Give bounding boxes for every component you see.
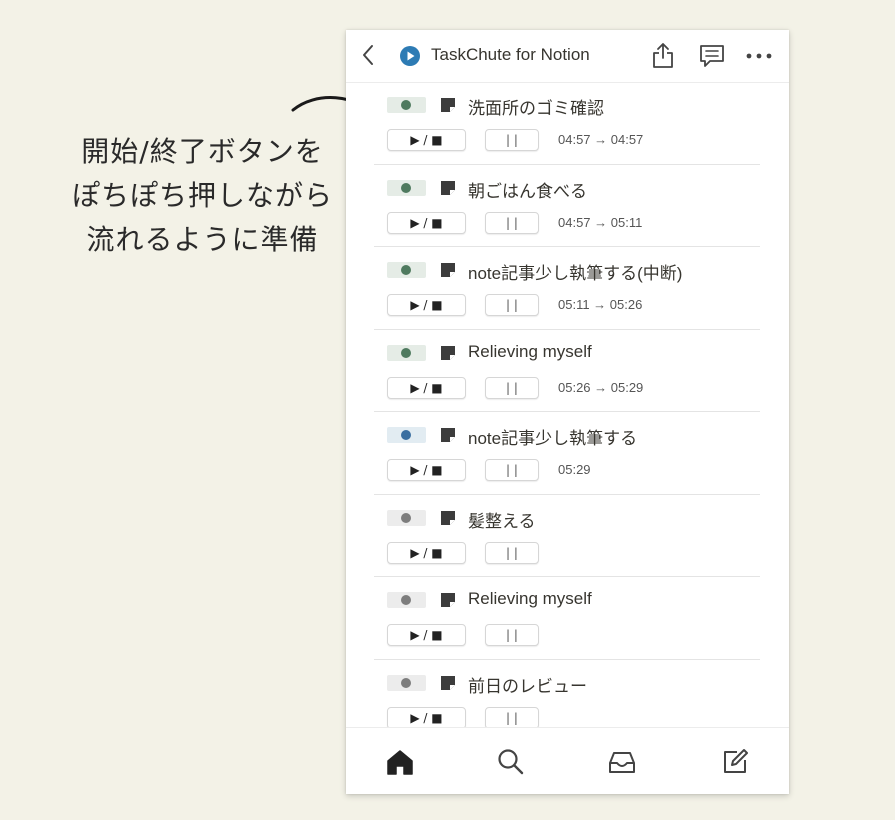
bottom-nav (346, 727, 789, 794)
page-icon (441, 98, 455, 112)
status-dot-icon (401, 512, 411, 523)
status-badge[interactable] (387, 592, 426, 608)
task-row: 前日のレビュー ▶ / ■ | | (374, 660, 760, 727)
page-icon (441, 428, 455, 442)
status-dot-icon (401, 595, 411, 605)
status-dot-icon (401, 182, 411, 193)
annotation-line-2: ぽちぽち押しながら (71, 179, 333, 212)
app-window: TaskChute for Notion 洗面所のゴミ確認 ▶ / ■ | | 04:… (346, 30, 789, 794)
pause-button[interactable]: | | (485, 459, 539, 481)
play-logo-icon (400, 46, 420, 66)
task-time-range: 04:57 → 04:57 (558, 132, 644, 147)
start-stop-button[interactable]: ▶ / ■ (387, 459, 466, 481)
status-badge[interactable] (387, 262, 426, 278)
start-stop-button[interactable]: ▶ / ■ (387, 211, 466, 234)
comment-icon[interactable] (698, 43, 726, 69)
task-title[interactable]: 髪整える (468, 507, 536, 532)
page-icon (441, 510, 455, 525)
new-page-icon[interactable] (720, 747, 750, 777)
search-icon[interactable] (496, 747, 526, 777)
status-dot-icon (401, 430, 411, 440)
status-dot-icon (401, 347, 411, 358)
back-icon[interactable] (360, 44, 376, 66)
pause-button[interactable]: | | (485, 294, 539, 316)
app-title: TaskChute for Notion (431, 45, 590, 64)
page-icon (441, 593, 455, 607)
pause-button[interactable]: | | (485, 706, 539, 727)
task-title[interactable]: 前日のレビュー (468, 672, 587, 697)
task-row: note記事少し執筆する ▶ / ■ | | 05:29 (374, 412, 760, 495)
task-title[interactable]: note記事少し執筆する(中断) (468, 259, 682, 284)
annotation-line-1: 開始/終了ボタンを (81, 135, 324, 168)
annotation-text: 開始/終了ボタンを ぽちぽち押しながら 流れるように準備 (60, 130, 345, 262)
start-stop-button[interactable]: ▶ / ■ (387, 624, 466, 646)
task-row: 洗面所のゴミ確認 ▶ / ■ | | 04:57 → 04:57 (374, 82, 760, 165)
inbox-icon[interactable] (607, 747, 637, 777)
top-bar: TaskChute for Notion (346, 30, 789, 83)
page-icon (441, 180, 455, 195)
task-time-range: 05:26 → 05:29 (558, 379, 644, 395)
task-title[interactable]: Relieving myself (468, 589, 592, 609)
task-row: Relieving myself ▶ / ■ | | 05:26 → 05:29 (374, 330, 760, 412)
pause-button[interactable]: | | (485, 211, 539, 234)
status-badge[interactable] (387, 97, 426, 113)
share-icon[interactable] (651, 41, 675, 69)
pause-button[interactable]: | | (485, 624, 539, 646)
pause-button[interactable]: | | (485, 541, 539, 564)
page-icon (441, 345, 455, 360)
status-badge[interactable] (387, 509, 426, 526)
task-row: note記事少し執筆する(中断) ▶ / ■ | | 05:11 → 05:26 (374, 247, 760, 330)
status-badge[interactable] (387, 179, 426, 196)
task-row: 朝ごはん食べる ▶ / ■ | | 04:57 → 05:11 (374, 165, 760, 247)
task-row: 髪整える ▶ / ■ | | (374, 495, 760, 577)
task-time-range: 04:57 → 05:11 (558, 214, 643, 230)
start-stop-button[interactable]: ▶ / ■ (387, 129, 466, 151)
task-row: Relieving myself ▶ / ■ | | (374, 577, 760, 660)
start-stop-button[interactable]: ▶ / ■ (387, 294, 466, 316)
home-icon[interactable] (385, 747, 415, 777)
pause-button[interactable]: | | (485, 129, 539, 151)
task-time-range: 05:29 (558, 462, 591, 477)
status-dot-icon (401, 265, 411, 275)
page-icon (441, 675, 455, 690)
start-stop-button[interactable]: ▶ / ■ (387, 706, 466, 727)
task-time-range: 05:11 → 05:26 (558, 297, 643, 312)
pause-button[interactable]: | | (485, 376, 539, 399)
task-title[interactable]: 洗面所のゴミ確認 (468, 94, 604, 119)
status-dot-icon (401, 677, 411, 688)
task-list: 洗面所のゴミ確認 ▶ / ■ | | 04:57 → 04:57 朝ごはん食べる ▶ / … (374, 82, 760, 727)
page-icon (441, 263, 455, 277)
status-dot-icon (401, 100, 411, 110)
more-icon[interactable] (746, 53, 772, 59)
annotation-line-3: 流れるように準備 (86, 223, 319, 256)
task-title[interactable]: Relieving myself (468, 342, 592, 362)
start-stop-button[interactable]: ▶ / ■ (387, 541, 466, 564)
status-badge[interactable] (387, 674, 426, 691)
start-stop-button[interactable]: ▶ / ■ (387, 376, 466, 399)
status-badge[interactable] (387, 344, 426, 361)
status-badge[interactable] (387, 427, 426, 443)
task-title[interactable]: note記事少し執筆する (468, 424, 637, 449)
task-title[interactable]: 朝ごはん食べる (468, 177, 587, 202)
